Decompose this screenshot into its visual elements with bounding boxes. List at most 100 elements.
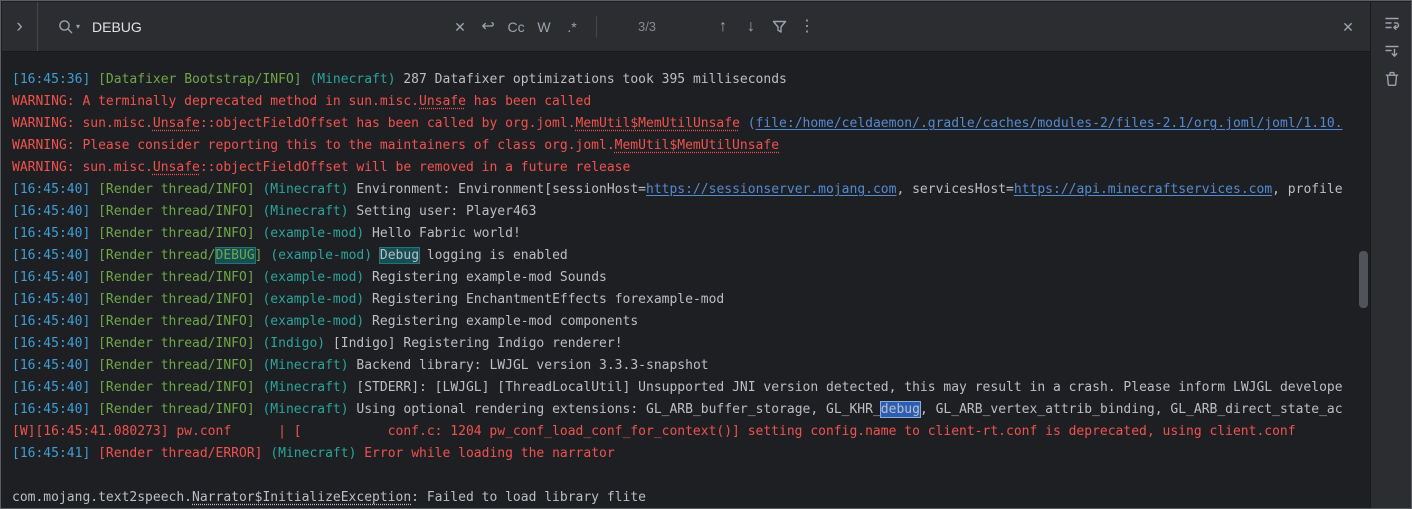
vertical-scrollbar-thumb[interactable]	[1359, 251, 1368, 308]
log-segment: [16:45:40]	[12, 182, 90, 197]
log-segment: Environment: Environment[sessionHost=	[349, 182, 646, 197]
log-line: WARNING: Please consider reporting this …	[12, 135, 1370, 157]
log-segment: [Render thread/	[98, 248, 215, 263]
log-line: [16:45:40] [Render thread/INFO] (example…	[12, 267, 1370, 289]
log-segment: [Render thread/INFO]	[98, 292, 255, 307]
funnel-icon	[771, 18, 788, 35]
log-segment: ::objectFieldOffset will be removed in a…	[200, 160, 630, 175]
log-segment: (example-mod)	[262, 226, 364, 241]
log-hyperlink[interactable]: Narrator$InitializeException	[192, 490, 411, 505]
log-segment: : Failed to load library flite	[411, 490, 646, 505]
search-match-highlight: DEBUG	[216, 248, 255, 263]
log-segment: [Render thread/INFO]	[98, 204, 255, 219]
log-segment: [Render thread/INFO]	[98, 270, 255, 285]
log-segment: [Indigo] Registering Indigo renderer!	[325, 336, 622, 351]
close-search-button[interactable]: ✕	[1336, 14, 1360, 40]
log-hyperlink[interactable]: https://api.minecraftservices.com	[1014, 182, 1272, 197]
log-segment: Registering example-mod Sounds	[364, 270, 607, 285]
log-line: [16:45:36] [Datafixer Bootstrap/INFO] (M…	[12, 69, 1370, 91]
whole-words-toggle[interactable]: W	[532, 14, 556, 40]
log-segment: , GL_ARB_vertex_attrib_binding, GL_ARB_d…	[920, 402, 1343, 417]
expand-search-panel-button[interactable]: ›	[2, 2, 38, 51]
search-icon[interactable]: ▾	[57, 18, 80, 36]
log-segment: [16:45:40]	[12, 270, 90, 285]
log-segment: (Minecraft)	[262, 358, 348, 373]
log-segment: [Render thread/INFO]	[98, 314, 255, 329]
log-segment: (Minecraft)	[262, 402, 348, 417]
trash-icon	[1383, 70, 1401, 88]
log-segment: Error while loading the narrator	[356, 446, 614, 461]
console-toolbar	[1370, 2, 1412, 509]
log-segment: [16:45:40]	[12, 380, 90, 395]
log-segment: 287 Datafixer optimizations took 395 mil…	[396, 72, 787, 87]
log-segment	[90, 72, 98, 87]
log-hyperlink[interactable]: Unsafe	[153, 160, 200, 175]
log-segment: [16:45:40]	[12, 226, 90, 241]
log-segment: [Render thread/INFO]	[98, 226, 255, 241]
console-log[interactable]: [16:45:36] [Datafixer Bootstrap/INFO] (M…	[2, 53, 1370, 509]
log-segment: Hello Fabric world!	[364, 226, 521, 241]
log-segment	[90, 270, 98, 285]
log-line: [16:45:40] [Render thread/INFO] (Minecra…	[12, 179, 1370, 201]
scroll-to-end-button[interactable]	[1378, 39, 1406, 63]
match-counter: 3/3	[611, 19, 683, 34]
chevron-right-icon: ›	[16, 16, 22, 38]
log-hyperlink[interactable]: Unsafe	[153, 116, 200, 131]
log-segment: [Datafixer Bootstrap/INFO]	[98, 72, 302, 87]
log-segment: (Minecraft)	[270, 446, 356, 461]
log-segment: has been called	[466, 94, 591, 109]
log-line	[12, 465, 1370, 487]
regex-toggle[interactable]: .*	[560, 14, 584, 40]
search-input[interactable]: DEBUG	[92, 19, 444, 35]
log-segment: [16:45:40]	[12, 336, 90, 351]
search-toolbar: › ▾ DEBUG ✕ ↩ Cc W .* 3/3 ↑ ↓ ⋮ ✕	[2, 2, 1370, 52]
log-segment: Backend library: LWJGL version 3.3.3-sna…	[349, 358, 709, 373]
log-hyperlink[interactable]: (	[748, 116, 756, 131]
log-segment: [16:45:41]	[12, 446, 90, 461]
log-line: [16:45:40] [Render thread/INFO] (Indigo)…	[12, 333, 1370, 355]
log-line: [16:45:41] [Render thread/ERROR] (Minecr…	[12, 443, 1370, 465]
log-segment: (example-mod)	[270, 248, 372, 263]
log-line: [16:45:40] [Render thread/DEBUG] (exampl…	[12, 245, 1370, 267]
log-hyperlink[interactable]: file:/home/celdaemon/.gradle/caches/modu…	[756, 116, 1343, 131]
log-segment: WARNING: sun.misc.	[12, 116, 153, 131]
search-history-dropdown-icon: ▾	[76, 22, 80, 31]
log-segment: [16:45:40]	[12, 248, 90, 263]
log-segment: [Render thread/INFO]	[98, 336, 255, 351]
log-segment: [W][16:45:41.080273] pw.conf | [ conf.c:…	[12, 424, 1296, 439]
log-hyperlink[interactable]: MemUtil$MemUtilUnsafe	[615, 138, 779, 153]
more-options-button[interactable]: ⋮	[795, 14, 819, 40]
soft-wrap-button[interactable]	[1378, 11, 1406, 35]
log-hyperlink[interactable]: MemUtil$MemUtilUnsafe	[576, 116, 740, 131]
log-segment: (example-mod)	[262, 314, 364, 329]
log-segment: com.mojang.text2speech.	[12, 490, 192, 505]
log-line: com.mojang.text2speech.Narrator$Initiali…	[12, 487, 1370, 509]
log-line: [16:45:40] [Render thread/INFO] (Minecra…	[12, 377, 1370, 399]
search-current-highlight: debug	[881, 402, 920, 417]
previous-match-button[interactable]: ↑	[711, 14, 735, 40]
log-segment	[90, 292, 98, 307]
log-segment: Registering EnchantmentEffects forexampl…	[364, 292, 724, 307]
log-segment	[90, 226, 98, 241]
log-segment: WARNING: A terminally deprecated method …	[12, 94, 419, 109]
log-segment: (Minecraft)	[309, 72, 395, 87]
clear-search-button[interactable]: ✕	[448, 14, 472, 40]
log-hyperlink[interactable]: Unsafe	[419, 94, 466, 109]
log-segment	[90, 336, 98, 351]
soft-wrap-icon	[1383, 14, 1401, 32]
log-segment: Setting user: Player463	[349, 204, 537, 219]
log-line: [16:45:40] [Render thread/INFO] (Minecra…	[12, 355, 1370, 377]
log-segment: , servicesHost=	[896, 182, 1013, 197]
match-case-toggle[interactable]: Cc	[504, 14, 528, 40]
filter-button[interactable]	[767, 14, 791, 40]
log-segment: [Render thread/INFO]	[98, 358, 255, 373]
insert-newline-button[interactable]: ↩	[476, 14, 500, 40]
log-segment: ::objectFieldOffset has been called by o…	[200, 116, 576, 131]
log-segment: [STDERR]: [LWJGL] [ThreadLocalUtil] Unsu…	[349, 380, 1343, 395]
log-segment: [Render thread/INFO]	[98, 380, 255, 395]
next-match-button[interactable]: ↓	[739, 14, 763, 40]
clear-console-button[interactable]	[1378, 67, 1406, 91]
log-line: [W][16:45:41.080273] pw.conf | [ conf.c:…	[12, 421, 1370, 443]
log-hyperlink[interactable]: https://sessionserver.mojang.com	[646, 182, 896, 197]
log-segment: (example-mod)	[262, 270, 364, 285]
